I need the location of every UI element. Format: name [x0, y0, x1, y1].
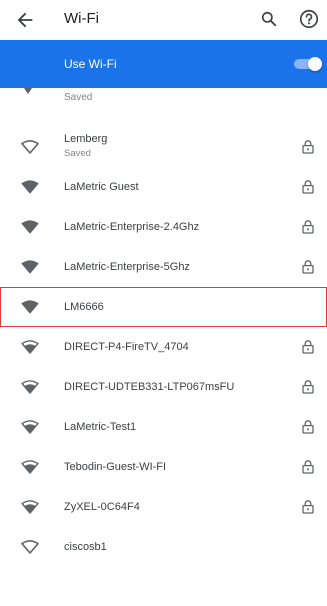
network-name: LaMetric-Enterprise-5Ghz: [64, 261, 190, 273]
network-name: Lemberg: [64, 133, 108, 145]
network-name: LM6666: [64, 301, 104, 313]
network-name: LaMetric-Enterprise-2.4Ghz: [64, 221, 200, 233]
network-name: Tebodin-Guest-WI-FI: [64, 461, 167, 473]
lock-icon: [302, 380, 314, 394]
network-row-partial[interactable]: Saved: [0, 88, 327, 108]
lock-icon: [302, 460, 314, 474]
wifi-icon: [21, 260, 39, 274]
network-row[interactable]: Tebodin-Guest-WI-FI: [0, 447, 327, 487]
network-name: DIRECT-P4-FireTV_4704: [64, 341, 189, 353]
network-name: LaMetric-Test1: [64, 421, 137, 433]
lock-icon: [302, 420, 314, 434]
network-row[interactable]: Lemberg Saved: [0, 127, 327, 167]
page-title: Wi-Fi: [64, 10, 99, 27]
network-row[interactable]: ciscosb1: [0, 527, 327, 567]
use-wifi-row[interactable]: Use Wi-Fi: [0, 40, 327, 88]
network-row-highlighted[interactable]: LM6666: [0, 287, 327, 327]
network-row[interactable]: LaMetric-Test1: [0, 407, 327, 447]
network-row[interactable]: LaMetric-Enterprise-2.4Ghz: [0, 207, 327, 247]
wifi-icon: [21, 340, 39, 354]
wifi-icon: [21, 140, 39, 154]
network-row[interactable]: DIRECT-UDTEB331-LTP067msFU: [0, 367, 327, 407]
wifi-icon: [21, 460, 39, 474]
lock-icon: [302, 340, 314, 354]
lock-icon: [302, 140, 314, 154]
network-subtitle: Saved: [64, 148, 91, 159]
network-row[interactable]: ZyXEL-0C64F4: [0, 487, 327, 527]
network-name: DIRECT-UDTEB331-LTP067msFU: [64, 381, 235, 393]
wifi-icon: [21, 220, 39, 234]
toggle-thumb: [308, 57, 322, 71]
network-name: LaMetric Guest: [64, 181, 139, 193]
wifi-icon: [21, 540, 39, 554]
lock-icon: [302, 260, 314, 274]
wifi-icon: [21, 300, 39, 314]
app-bar: Wi-Fi: [0, 0, 327, 40]
help-icon[interactable]: [298, 8, 320, 30]
network-row[interactable]: LaMetric-Enterprise-5Ghz: [0, 247, 327, 287]
lock-icon: [302, 500, 314, 514]
wifi-icon: [24, 88, 32, 94]
arrow-back-icon[interactable]: [14, 9, 36, 31]
network-row[interactable]: DIRECT-P4-FireTV_4704: [0, 327, 327, 367]
wifi-icon: [21, 180, 39, 194]
lock-icon: [302, 220, 314, 234]
use-wifi-toggle[interactable]: [294, 57, 322, 71]
wifi-icon: [21, 380, 39, 394]
network-row[interactable]: LaMetric Guest: [0, 167, 327, 207]
network-name: ciscosb1: [64, 541, 107, 553]
use-wifi-label: Use Wi-Fi: [64, 57, 117, 71]
wifi-icon: [21, 500, 39, 514]
lock-icon: [302, 180, 314, 194]
network-name: ZyXEL-0C64F4: [64, 501, 140, 513]
wifi-icon: [21, 420, 39, 434]
network-subtitle: Saved: [64, 92, 93, 103]
search-icon[interactable]: [259, 9, 279, 29]
